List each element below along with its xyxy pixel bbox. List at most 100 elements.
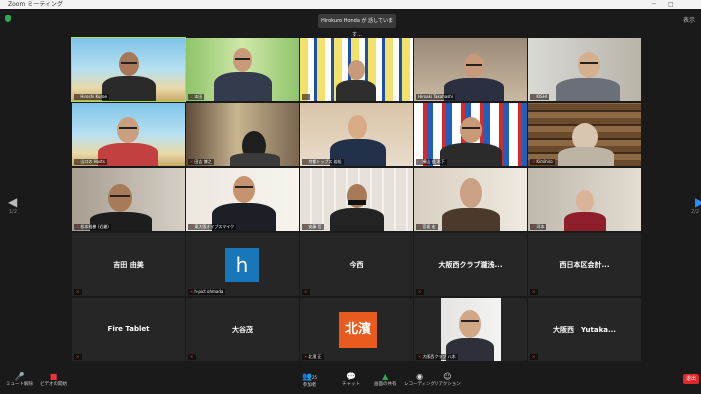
participant-name: ✕横山 佳 木下 bbox=[416, 159, 447, 165]
reactions-icon: ☺ bbox=[443, 372, 452, 381]
participant-name: ✕本田 bbox=[188, 94, 205, 100]
window-title: Zoom ミーティング bbox=[8, 1, 63, 8]
mic-off-icon: ✕ bbox=[418, 354, 422, 359]
video-tile[interactable]: h ✕h-pict ohmada bbox=[186, 233, 299, 296]
meeting-toolbar: 🎤 ミュート解除 ■ ビデオの開始 👥25 参加者 💬 チャット ▲ 画面の共有… bbox=[0, 369, 701, 394]
mic-off-icon: ✕ bbox=[532, 354, 536, 359]
video-tile[interactable]: ✕安藤 哲 bbox=[300, 168, 413, 231]
video-tile[interactable]: ✕本田 bbox=[186, 38, 299, 101]
mic-off-icon: ✕ bbox=[418, 289, 422, 294]
window-titlebar: Zoom ミーティング ─ □ bbox=[0, 0, 701, 9]
participant-name: ✕ bbox=[416, 289, 425, 295]
mic-off-icon: ✕ bbox=[76, 159, 80, 164]
mic-off-icon: ✕ bbox=[190, 94, 194, 99]
chat-icon: 💬 bbox=[346, 372, 356, 381]
mic-off-icon: ✕ bbox=[304, 94, 308, 99]
participant-center-name: 大谷茂 bbox=[232, 326, 253, 334]
mic-off-icon: ✕ bbox=[304, 354, 308, 359]
mute-button[interactable]: 🎤 ミュート解除 bbox=[6, 372, 33, 388]
video-tile[interactable]: Fire Tablet ✕ bbox=[72, 298, 185, 361]
participant-name: ✕大阪西クラブ 八木 bbox=[416, 354, 458, 360]
avatar: 北濱 bbox=[339, 312, 377, 348]
mic-off-icon: 🎤 bbox=[14, 372, 25, 381]
video-tile[interactable]: ✕大阪西クラブ 八木 bbox=[414, 298, 527, 361]
speaking-toast: Hirokuro Honda が 話しています… bbox=[318, 14, 396, 38]
participant-name: ✕安藤 哲 bbox=[302, 224, 324, 230]
next-page-indicator: 2/2 bbox=[691, 209, 700, 215]
participant-name: ✕ bbox=[188, 354, 197, 360]
video-tile[interactable]: ✕東大阪オイプスマイク bbox=[186, 168, 299, 231]
start-video-button[interactable]: ■ ビデオの開始 bbox=[40, 372, 67, 388]
participant-center-name: 西日本区会計... bbox=[559, 261, 610, 269]
mic-off-icon: ✕ bbox=[190, 354, 194, 359]
mic-off-icon: ✕ bbox=[304, 224, 308, 229]
video-tile[interactable]: ✕京都トップス 若松 bbox=[300, 103, 413, 166]
video-tile[interactable]: 北濱 ✕北濱 正 bbox=[300, 298, 413, 361]
video-tile[interactable]: ✕宮坂 宏 bbox=[414, 168, 527, 231]
video-tile[interactable]: 西日本区会計... ✕ bbox=[528, 233, 641, 296]
share-screen-button[interactable]: ▲ 画面の共有 bbox=[374, 372, 397, 388]
participant-name: ✕KISHI bbox=[530, 94, 549, 100]
video-tile[interactable]: ✕横山 佳 木下 bbox=[414, 103, 527, 166]
mic-off-icon: ✕ bbox=[76, 354, 80, 359]
participant-name: ✕河本 bbox=[530, 224, 547, 230]
participants-button[interactable]: 👥25 参加者 bbox=[302, 372, 317, 389]
mic-off-icon: ✕ bbox=[532, 224, 536, 229]
record-icon: ◉ bbox=[416, 372, 424, 381]
participant-name: ✕ bbox=[302, 94, 311, 100]
participants-icon: 👥25 bbox=[302, 372, 318, 381]
video-tile[interactable]: ✕ bbox=[300, 38, 413, 101]
participant-center-name: Fire Tablet bbox=[107, 325, 150, 333]
mic-off-icon: ✕ bbox=[532, 289, 536, 294]
participant-name: ✕ bbox=[302, 289, 311, 295]
shield-icon[interactable] bbox=[5, 15, 11, 22]
video-tile[interactable]: ✕松本裕樹 (近畿) bbox=[72, 168, 185, 231]
participant-name: ✕宮坂 宏 bbox=[416, 224, 438, 230]
participant-name: ✕田吉 博之 bbox=[188, 159, 214, 165]
view-button[interactable]: 表示 bbox=[683, 15, 695, 24]
participant-name: ✕山口の Hosts bbox=[74, 159, 107, 165]
share-screen-icon: ▲ bbox=[382, 372, 389, 381]
video-tile[interactable]: 吉田 由美 ✕ bbox=[72, 233, 185, 296]
video-tile[interactable]: ✕KISHI bbox=[528, 38, 641, 101]
restore-button[interactable]: □ bbox=[668, 0, 674, 9]
video-tile[interactable]: 大阪西クラブ瀧浅... ✕ bbox=[414, 233, 527, 296]
chat-button[interactable]: 💬 チャット bbox=[342, 372, 360, 388]
video-tile[interactable]: Hiroaki Takahashi bbox=[414, 38, 527, 101]
mic-off-icon: ✕ bbox=[76, 94, 80, 99]
participant-name: ✕Kimihiro bbox=[530, 159, 555, 165]
participant-center-name: 大阪西 Yutaka... bbox=[553, 326, 616, 334]
mic-off-icon: ✕ bbox=[190, 159, 194, 164]
participant-center-name: 吉田 由美 bbox=[113, 261, 144, 269]
mic-off-icon: ✕ bbox=[304, 159, 308, 164]
participant-name: Hiroaki Takahashi bbox=[416, 94, 455, 100]
participant-center-name: 今西 bbox=[349, 261, 364, 269]
prev-page-arrow-icon[interactable]: ◀ bbox=[8, 195, 17, 209]
video-tile[interactable]: ✕Hiroshi Kuroe bbox=[71, 37, 186, 102]
mic-off-icon: ✕ bbox=[190, 289, 194, 294]
mic-off-icon: ✕ bbox=[76, 224, 80, 229]
video-tile[interactable]: 大阪西 Yutaka... ✕ bbox=[528, 298, 641, 361]
leave-button[interactable]: 退出 bbox=[683, 374, 699, 384]
participant-name: ✕松本裕樹 (近畿) bbox=[74, 224, 111, 230]
minimize-button[interactable]: ─ bbox=[652, 0, 656, 9]
mic-off-icon: ✕ bbox=[418, 224, 422, 229]
video-tile[interactable]: 大谷茂 ✕ bbox=[186, 298, 299, 361]
avatar: h bbox=[225, 248, 259, 282]
video-tile[interactable]: ✕河本 bbox=[528, 168, 641, 231]
participant-name: ✕ bbox=[74, 354, 83, 360]
next-page-arrow-icon[interactable]: ▶ bbox=[695, 195, 701, 209]
record-button[interactable]: ◉ レコーディング bbox=[404, 372, 435, 388]
participant-name: ✕北濱 正 bbox=[302, 354, 324, 360]
participant-center-name: 大阪西クラブ瀧浅... bbox=[438, 261, 503, 269]
reactions-button[interactable]: ☺ リアクション bbox=[434, 372, 461, 388]
mic-off-icon: ✕ bbox=[532, 94, 536, 99]
video-tile[interactable]: ✕山口の Hosts bbox=[72, 103, 185, 166]
video-off-icon: ■ bbox=[49, 372, 58, 381]
participant-name: ✕ bbox=[530, 354, 539, 360]
prev-page-indicator: 1/2 bbox=[9, 209, 18, 215]
video-tile[interactable]: 今西 ✕ bbox=[300, 233, 413, 296]
video-tile[interactable]: ✕Kimihiro bbox=[528, 103, 641, 166]
participant-name: ✕京都トップス 若松 bbox=[302, 159, 344, 165]
video-tile[interactable]: ✕田吉 博之 bbox=[186, 103, 299, 166]
